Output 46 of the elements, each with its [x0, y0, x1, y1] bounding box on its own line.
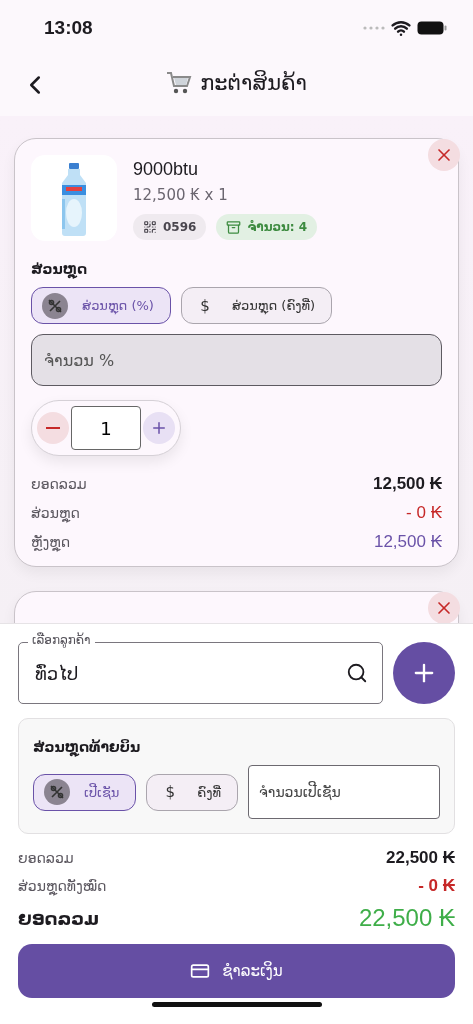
- discount-type-button[interactable]: $ ຄົງທີ່: [146, 773, 239, 811]
- discount-type-button[interactable]: ເປີເຊັນ: [33, 773, 137, 811]
- summary-label: ສ່ວນຫຼຸດ: [31, 505, 80, 521]
- summary-label: ຍອດລວມ: [31, 476, 87, 492]
- stock-chip: ຈຳນວນ: 4: [216, 214, 318, 240]
- search-icon: [346, 662, 368, 684]
- percent-off-icon: [44, 779, 70, 805]
- product-name: 9000btu: [133, 159, 200, 180]
- quantity-field[interactable]: 1: [71, 406, 141, 450]
- qr-code-icon: [143, 220, 157, 234]
- discount-input[interactable]: ຈຳນວນເປີເຊັນ: [248, 765, 440, 819]
- total-label: ຍອດລວມ: [18, 850, 74, 866]
- total-value: - 0 ₭: [418, 876, 455, 896]
- cart-icon: [166, 71, 193, 95]
- status-time: 13:08: [44, 17, 93, 39]
- summary-label: ຫຼັງຫຼຸດ: [31, 534, 71, 550]
- plus-icon: [150, 419, 168, 437]
- summary-value: - 0 ₭: [406, 503, 442, 523]
- discount-input[interactable]: ຈຳນວນ %: [31, 334, 442, 386]
- plus-button[interactable]: [143, 412, 175, 444]
- summary-value: 12,500 ₭: [373, 532, 442, 552]
- percent-off-icon: [42, 292, 68, 319]
- battery-icon: [417, 21, 447, 35]
- signal-icon: [363, 26, 385, 30]
- summary-value: 12,500 ₭: [373, 474, 442, 494]
- close-button[interactable]: [428, 592, 460, 623]
- customer-value: ທົ່ວໄປ: [35, 662, 79, 684]
- section-label: ສ່ວນຫຼຸດທ້າຍບິນ: [33, 739, 142, 755]
- page-title: ກະຕ່າສິນຄ້າ: [200, 71, 307, 95]
- section-label: ສ່ວນຫຼຸດ: [31, 261, 89, 277]
- minus-button[interactable]: [37, 412, 69, 444]
- minus-icon: [46, 427, 60, 429]
- discount-type-button[interactable]: $ ສ່ວນຫຼຸດ (ຄົງທີ່): [180, 287, 333, 324]
- total-label: ສ່ວນຫຼຸດທັງໝົດ: [18, 878, 107, 894]
- pay-button[interactable]: ຊຳລະເງິນ: [18, 944, 455, 998]
- unit-price: 12,500 ₭ x 1: [133, 186, 229, 204]
- discount-type-button[interactable]: ສ່ວນຫຼຸດ (%): [31, 287, 171, 324]
- total-value: 22,500 ₭: [358, 904, 455, 932]
- credit-card-icon: [190, 961, 211, 981]
- total-value: 22,500 ₭: [386, 848, 455, 868]
- code-chip: 0596: [133, 214, 207, 240]
- field-label: ເລືອກລູກຄ້າ: [28, 633, 95, 647]
- close-button[interactable]: [428, 139, 460, 171]
- total-label: ຍອດລວມ: [18, 907, 100, 929]
- archive-icon: [226, 219, 242, 235]
- wifi-icon: [391, 18, 411, 38]
